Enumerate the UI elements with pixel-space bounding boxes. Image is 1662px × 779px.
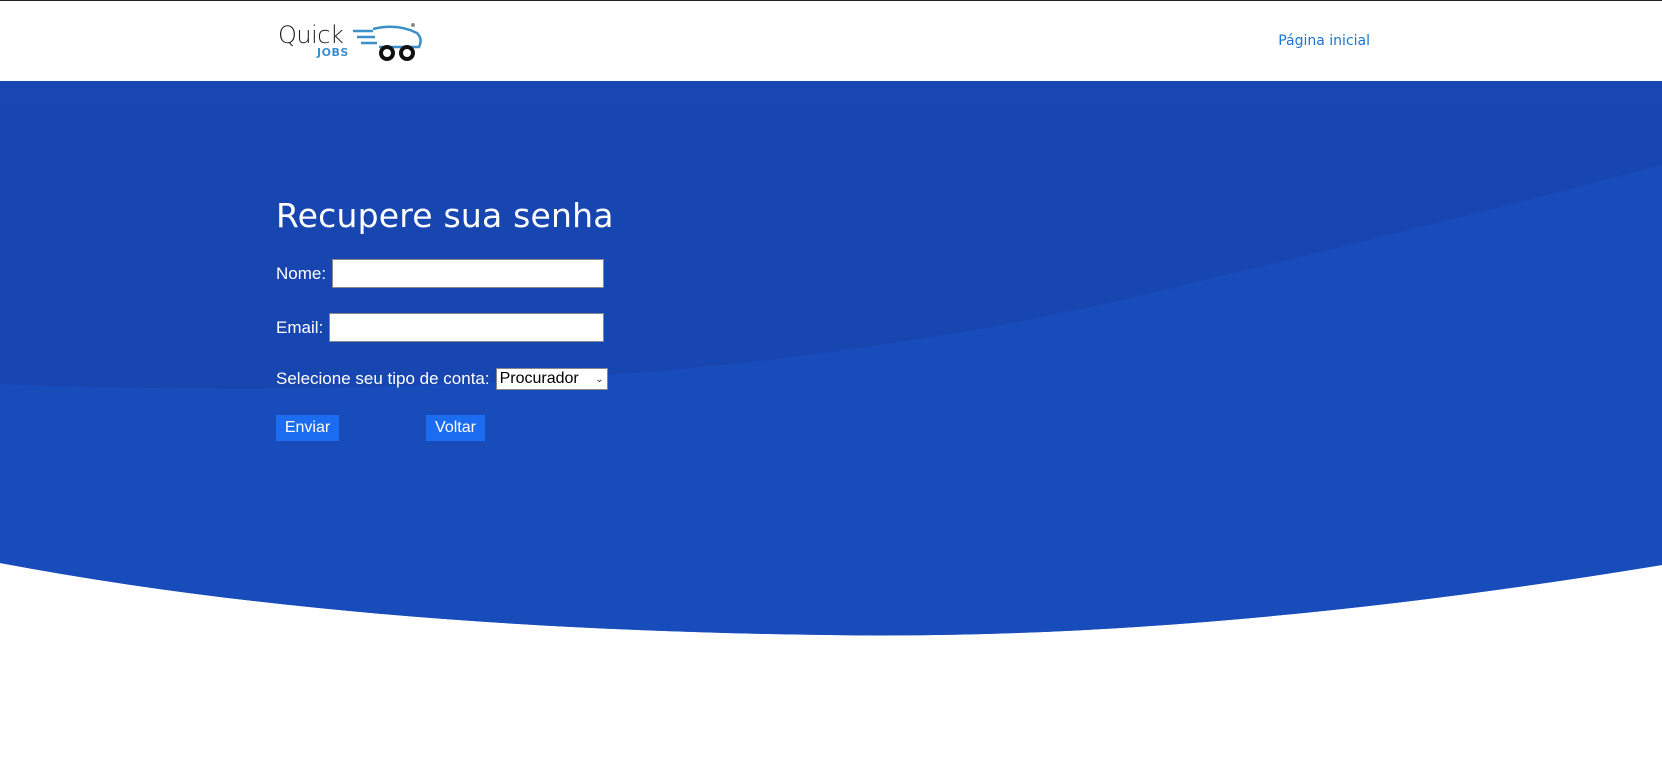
account-type-selected: Procurador (499, 370, 579, 387)
quickjobs-logo[interactable]: Quick JOBS (277, 19, 427, 67)
account-type-label: Selecione seu tipo de conta: (276, 369, 490, 388)
email-label: Email: (276, 317, 324, 337)
logo-text-quick: Quick (278, 21, 344, 49)
email-input[interactable] (329, 313, 605, 342)
nav-home-link[interactable]: Página inicial (1278, 33, 1370, 49)
name-label: Nome: (276, 263, 327, 283)
logo-text-jobs: JOBS (317, 46, 349, 59)
account-type-row: Selecione seu tipo de conta: Procurador … (276, 368, 608, 390)
site-header: Quick JOBS Página inicial (0, 1, 1662, 81)
name-row: Nome: (276, 259, 605, 288)
page-title: Recupere sua senha (276, 196, 614, 235)
account-type-select[interactable]: Procurador ⌄ (495, 368, 608, 390)
hero-background (0, 81, 1662, 641)
email-row: Email: (276, 313, 605, 342)
hero-wave-shape (0, 81, 1662, 636)
recover-form: Recupere sua senha (276, 196, 836, 235)
delivery-cart-icon (353, 23, 422, 61)
back-button[interactable]: Voltar (426, 415, 485, 441)
name-input[interactable] (332, 259, 605, 288)
submit-button[interactable]: Enviar (276, 415, 339, 441)
chevron-down-icon: ⌄ (595, 373, 604, 385)
